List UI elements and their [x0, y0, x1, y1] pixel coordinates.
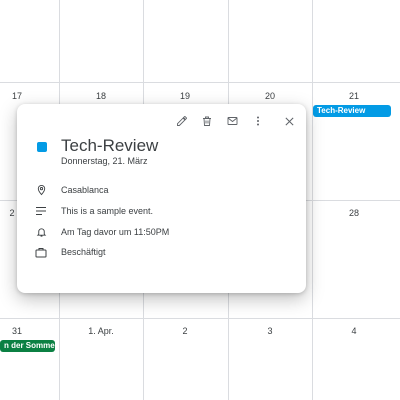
- event-reminder: Am Tag davor um 11:50PM: [61, 227, 170, 237]
- availability-row: Beschäftigt: [35, 244, 106, 260]
- grid-line: [0, 318, 400, 319]
- event-availability: Beschäftigt: [61, 247, 106, 257]
- event-location: Casablanca: [61, 185, 109, 195]
- event-title: Tech-Review: [61, 136, 159, 155]
- event-details-popup: Tech-Review Donnerstag, 21. März Casabla…: [17, 104, 306, 293]
- bell-icon: [35, 226, 47, 238]
- envelope-icon: [227, 117, 237, 125]
- day-number[interactable]: 18: [59, 91, 143, 101]
- day-number[interactable]: 20: [228, 91, 312, 101]
- close-icon: [284, 116, 294, 126]
- grid-line: [0, 82, 400, 83]
- day-number[interactable]: 2: [143, 326, 227, 336]
- event-description: This is a sample event.: [61, 206, 154, 216]
- day-number[interactable]: 3: [228, 326, 312, 336]
- vertical-dots-icon: [257, 116, 259, 126]
- email-button[interactable]: [223, 112, 241, 130]
- trash-icon: [203, 116, 211, 126]
- event-chip-tech-review[interactable]: Tech-Review: [313, 105, 391, 117]
- reminder-row: Am Tag davor um 11:50PM: [35, 224, 169, 240]
- event-color-indicator: [37, 142, 47, 152]
- day-number[interactable]: 21: [312, 91, 396, 101]
- close-button[interactable]: [280, 112, 298, 130]
- day-number[interactable]: 19: [143, 91, 227, 101]
- day-number[interactable]: 17: [0, 91, 59, 101]
- event-chip-summer[interactable]: n der Sommer: [0, 340, 55, 352]
- location-row: Casablanca: [35, 182, 109, 198]
- more-options-button[interactable]: [249, 112, 267, 130]
- day-number[interactable]: 28: [312, 208, 396, 218]
- location-pin-icon: [35, 184, 47, 196]
- description-row: This is a sample event.: [35, 203, 153, 219]
- day-number[interactable]: 1. Apr.: [59, 326, 143, 336]
- pencil-icon: [177, 116, 187, 126]
- edit-button[interactable]: [173, 112, 191, 130]
- event-date: Donnerstag, 21. März: [61, 156, 148, 166]
- briefcase-icon: [35, 246, 47, 258]
- day-number[interactable]: 4: [312, 326, 396, 336]
- day-number[interactable]: 31: [0, 326, 59, 336]
- delete-button[interactable]: [198, 112, 216, 130]
- description-lines-icon: [35, 205, 47, 217]
